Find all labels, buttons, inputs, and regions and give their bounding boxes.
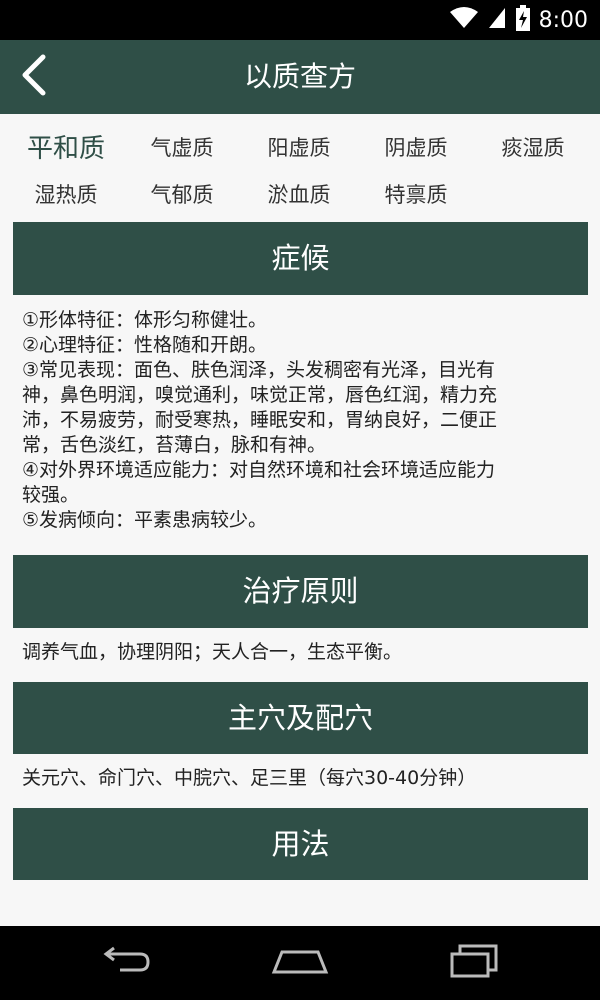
- tab-tanshi[interactable]: 痰湿质: [473, 132, 593, 162]
- constitution-tabs: 平和质 气虚质 阳虚质 阴虚质 痰湿质 湿热质 气郁质 淤血质 特禀质: [0, 118, 600, 218]
- recent-apps-icon: [448, 944, 500, 982]
- tab-yinxu[interactable]: 阴虚质: [356, 132, 476, 162]
- symptoms-text: ①形体特征：体形匀称健壮。 ②心理特征：性格随和开朗。 ③常见表现：面色、肤色润…: [22, 308, 582, 533]
- app-bar: 以质查方: [0, 40, 600, 114]
- usage-header: 用法: [13, 808, 588, 880]
- back-nav-icon: [100, 946, 152, 980]
- home-nav-icon: [270, 946, 330, 980]
- signal-icon: [487, 6, 507, 34]
- symptom-line: ②心理特征：性格随和开朗。: [22, 334, 268, 356]
- status-icons: 8:00: [449, 4, 588, 36]
- battery-charging-icon: [515, 5, 531, 35]
- symptom-line: 常，舌色淡红，苔薄白，脉和有神。: [22, 434, 327, 456]
- symptom-line: 沛，不易疲劳，耐受寒热，睡眠安和，胃纳良好，二便正: [22, 409, 498, 431]
- back-button[interactable]: [12, 52, 56, 102]
- chevron-left-icon: [21, 54, 47, 100]
- symptom-line: ⑤发病倾向：平素患病较少。: [22, 509, 268, 531]
- status-bar: 8:00: [0, 0, 600, 40]
- acupoints-header: 主穴及配穴: [13, 682, 588, 754]
- symptom-line: 神，鼻色明润，嗅觉通利，味觉正常，唇色红润，精力充: [22, 384, 498, 406]
- page-title: 以质查方: [243, 60, 356, 93]
- tab-tebing[interactable]: 特禀质: [356, 179, 476, 209]
- tab-qixu[interactable]: 气虚质: [122, 132, 242, 162]
- nav-home-button[interactable]: [240, 926, 360, 1000]
- symptoms-header: 症候: [13, 222, 588, 295]
- acupoints-text: 关元穴、命门穴、中脘穴、足三里（每穴30-40分钟）: [22, 767, 477, 789]
- tab-pinghe[interactable]: 平和质: [6, 128, 126, 165]
- symptom-line: ①形体特征：体形匀称健壮。: [22, 309, 268, 331]
- symptom-line: 较强。: [22, 484, 80, 506]
- clock: 8:00: [538, 7, 588, 33]
- navigation-bar: [0, 926, 600, 1000]
- wifi-icon: [449, 6, 479, 34]
- tab-yuxue[interactable]: 淤血质: [239, 179, 359, 209]
- tab-shire[interactable]: 湿热质: [6, 179, 126, 209]
- symptom-line: ④对外界环境适应能力：对自然环境和社会环境适应能力: [22, 459, 496, 481]
- tab-qiyu[interactable]: 气郁质: [122, 179, 242, 209]
- nav-back-button[interactable]: [66, 926, 186, 1000]
- tab-yangxu[interactable]: 阳虚质: [239, 132, 359, 162]
- principle-text: 调养气血，协理阴阳；天人合一，生态平衡。: [22, 641, 403, 663]
- nav-recent-button[interactable]: [414, 926, 534, 1000]
- principle-header: 治疗原则: [13, 555, 588, 628]
- symptom-line: ③常见表现：面色、肤色润泽，头发稠密有光泽，目光有: [22, 359, 496, 381]
